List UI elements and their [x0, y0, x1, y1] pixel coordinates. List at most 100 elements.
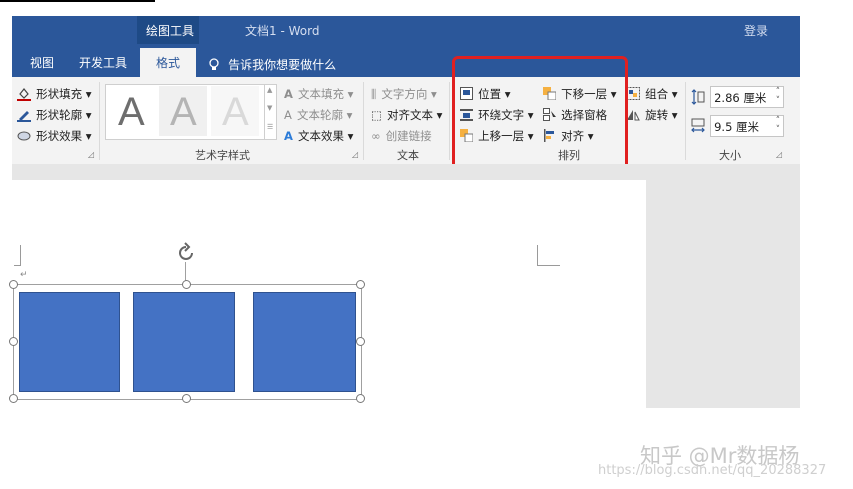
- shape-fill-button[interactable]: 形状填充 ▾: [17, 83, 92, 102]
- paint-bucket-icon: [17, 87, 31, 101]
- csdn-url-watermark: https://blog.csdn.net/qq_20288327: [598, 463, 827, 478]
- rotate-handle-icon[interactable]: [175, 242, 197, 264]
- text-effects-button[interactable]: A 文本效果 ▾: [284, 125, 353, 144]
- shape-outline-button[interactable]: 形状轮廓 ▾: [17, 104, 92, 123]
- tell-me-text: 告诉我你想要做什么: [228, 58, 337, 72]
- rotate-button[interactable]: 旋转 ▾: [626, 104, 678, 123]
- group-label: 组合: [645, 87, 669, 101]
- shape-styles-launcher-icon[interactable]: ◿: [88, 150, 94, 159]
- text-fill-dropdown-icon: ▾: [344, 87, 354, 101]
- group-dropdown-icon: ▾: [668, 87, 678, 101]
- text-direction-label: 文字方向: [381, 87, 428, 101]
- gallery-up-icon[interactable]: ▲: [267, 86, 272, 94]
- rectangle-shape-2[interactable]: [133, 292, 235, 392]
- rotate-label: 旋转: [645, 108, 669, 122]
- gallery-more-icon[interactable]: ☰: [267, 123, 273, 131]
- text-direction-icon: ⫼: [371, 87, 377, 101]
- width-field[interactable]: 9.5 厘米 ˄ ˅: [691, 115, 785, 137]
- separator-4: [685, 82, 686, 160]
- shape-outline-label: 形状轮廓: [36, 108, 83, 122]
- margin-mark-left: [14, 245, 21, 266]
- width-icon: [691, 118, 705, 133]
- title-bar: [12, 16, 800, 44]
- height-input[interactable]: 2.86 厘米 ˄ ˅: [710, 86, 785, 108]
- separator-2: [363, 82, 364, 160]
- height-spin-icon[interactable]: ˄ ˅: [776, 88, 781, 106]
- margin-mark-right: [537, 245, 560, 266]
- tell-me-box[interactable]: 告诉我你想要做什么: [208, 54, 337, 72]
- resize-handle-right[interactable]: [356, 337, 365, 346]
- resize-handle-top-left[interactable]: [9, 280, 18, 289]
- group-button[interactable]: 组合 ▾: [626, 83, 678, 102]
- align-text-dropdown-icon: ▾: [432, 108, 443, 122]
- text-effects-label: 文本效果: [298, 129, 344, 143]
- separator-1: [99, 82, 100, 160]
- rotate-icon: [627, 110, 640, 121]
- gallery-down-icon[interactable]: ▼: [267, 104, 272, 112]
- resize-handle-bottom-left[interactable]: [9, 394, 18, 403]
- lightbulb-icon: [209, 57, 219, 70]
- create-link-label: 创建链接: [385, 129, 432, 143]
- width-input[interactable]: 9.5 厘米 ˄ ˅: [710, 115, 785, 137]
- wordart-group-label: 艺术字样式: [195, 149, 250, 162]
- shape-fill-label: 形状填充: [36, 87, 83, 101]
- shape-outline-dropdown-icon: ▾: [82, 108, 92, 122]
- text-direction-dropdown-icon: ▾: [427, 87, 437, 101]
- text-outline-button[interactable]: A 文本轮廓 ▾: [284, 104, 352, 123]
- resize-handle-top[interactable]: [182, 280, 191, 289]
- text-fill-icon: A: [284, 87, 293, 101]
- height-field[interactable]: 2.86 厘米 ˄ ˅: [691, 86, 785, 108]
- resize-handle-top-right[interactable]: [356, 280, 365, 289]
- size-launcher-icon[interactable]: ◿: [776, 150, 782, 159]
- tab-view[interactable]: 视图: [30, 54, 54, 71]
- group-icon: [626, 87, 640, 100]
- wordart-style-3[interactable]: A: [211, 86, 259, 136]
- text-fill-button[interactable]: A 文本填充 ▾: [284, 83, 353, 102]
- text-group-label: 文本: [397, 149, 419, 162]
- wordart-style-1[interactable]: A: [107, 86, 155, 136]
- wordart-style-2-letter: A: [170, 90, 197, 134]
- rectangle-shape-3[interactable]: [253, 292, 356, 392]
- tab-developer[interactable]: 开发工具: [79, 54, 127, 71]
- text-outline-label: 文本轮廓: [296, 108, 343, 122]
- align-text-label: 对齐文本: [386, 108, 433, 122]
- text-fill-label: 文本填充: [298, 87, 344, 101]
- resize-handle-bottom-right[interactable]: [356, 394, 365, 403]
- shape-effects-button[interactable]: 形状效果 ▾: [17, 125, 92, 144]
- top-rule: [0, 0, 155, 2]
- ribbon-tab-bar: [12, 44, 800, 77]
- text-effects-icon: A: [284, 129, 293, 143]
- align-text-button[interactable]: ⬚ 对齐文本 ▾: [371, 104, 442, 123]
- wordart-style-2[interactable]: A: [159, 86, 207, 136]
- gallery-scrollbar[interactable]: ▲ ▼ ☰: [264, 84, 277, 140]
- resize-handle-bottom[interactable]: [182, 394, 191, 403]
- wordart-style-1-letter: A: [118, 90, 145, 134]
- text-direction-button[interactable]: ⫼ 文字方向 ▾: [371, 83, 437, 102]
- tab-format-label: 格式: [156, 56, 181, 70]
- text-effects-dropdown-icon: ▾: [344, 129, 354, 143]
- wordart-launcher-icon[interactable]: ◿: [352, 150, 358, 159]
- wordart-style-3-letter: A: [222, 90, 249, 134]
- document-title: 文档1 - Word: [245, 24, 320, 38]
- text-outline-dropdown-icon: ▾: [342, 108, 353, 122]
- link-icon: ∞: [371, 129, 381, 143]
- tab-format[interactable]: 格式: [140, 48, 196, 77]
- paragraph-mark-icon: ↵: [20, 270, 28, 280]
- resize-handle-left[interactable]: [9, 337, 18, 346]
- separator-3: [449, 82, 450, 160]
- size-group-label: 大小: [719, 149, 741, 162]
- login-link[interactable]: 登录: [744, 22, 768, 39]
- rotate-dropdown-icon: ▾: [668, 108, 678, 122]
- text-outline-icon: A: [284, 108, 292, 122]
- align-text-icon: ⬚: [371, 108, 382, 122]
- pen-icon: [17, 110, 31, 122]
- rectangle-shape-1[interactable]: [19, 292, 120, 392]
- width-value: 9.5 厘米: [714, 120, 760, 134]
- height-icon: [691, 89, 705, 105]
- create-link-button[interactable]: ∞ 创建链接: [371, 125, 432, 144]
- shape-effects-icon: [17, 131, 31, 140]
- shape-effects-dropdown-icon: ▾: [82, 129, 92, 143]
- width-spin-icon[interactable]: ˄ ˅: [776, 117, 781, 135]
- height-value: 2.86 厘米: [714, 91, 767, 105]
- shape-fill-dropdown-icon: ▾: [82, 87, 92, 101]
